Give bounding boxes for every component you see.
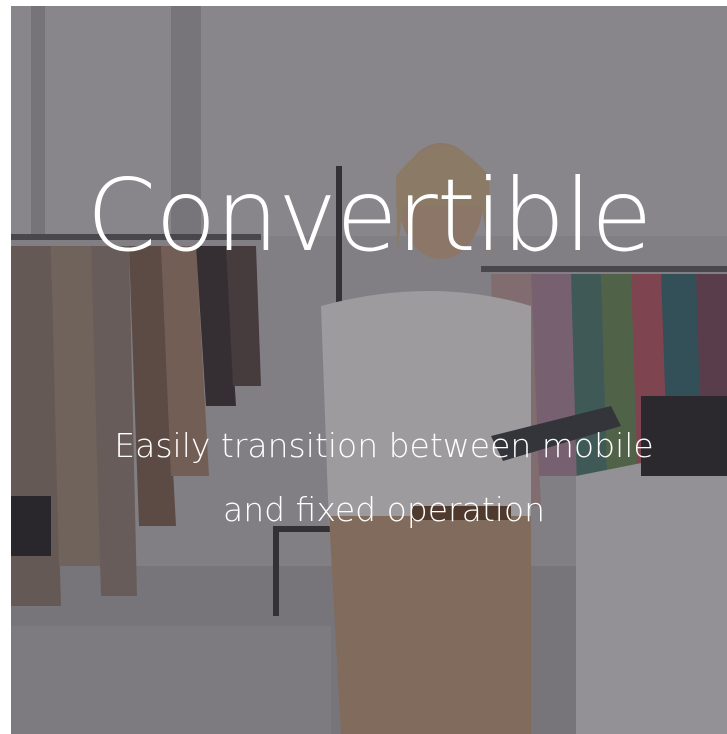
- hero-subheadline: Easily transition between mobile and fix…: [114, 426, 654, 529]
- hero-headline: Convertible: [86, 157, 653, 274]
- dark-overlay: [11, 6, 727, 734]
- hero-banner: Convertible Easily transition between mo…: [11, 6, 727, 734]
